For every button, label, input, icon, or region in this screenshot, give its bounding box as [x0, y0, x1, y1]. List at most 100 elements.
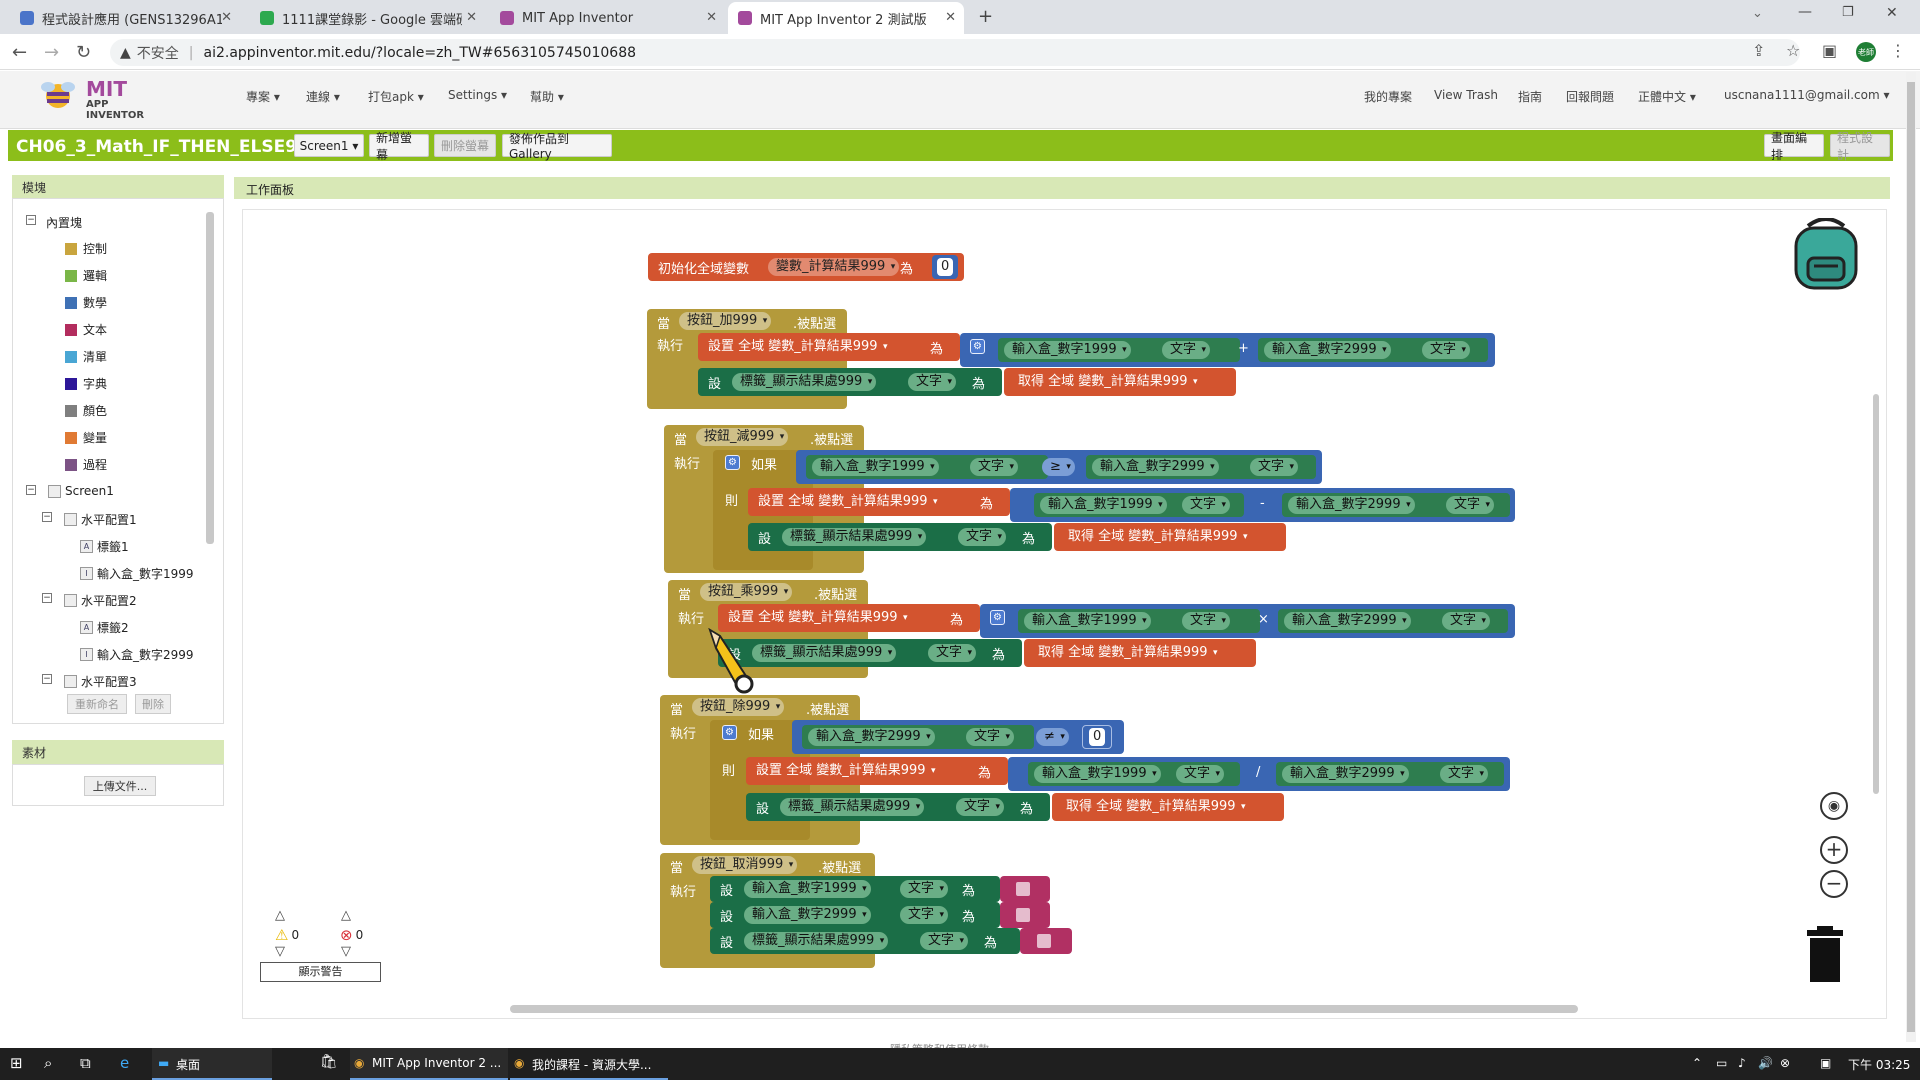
- set-global-dropdown[interactable]: 設置 全域 變數_計算結果999: [726, 609, 912, 627]
- close-icon[interactable]: ✕: [945, 10, 956, 25]
- set-global-dropdown[interactable]: 設置 全域 變數_計算結果999: [706, 338, 892, 356]
- error-up-icon[interactable]: △: [341, 908, 351, 923]
- back-icon[interactable]: ←: [12, 42, 27, 63]
- button-add-dropdown[interactable]: 按鈕_加999: [679, 312, 772, 330]
- collapse-icon[interactable]: −: [42, 512, 52, 522]
- property-dropdown[interactable]: 文字: [1422, 341, 1471, 359]
- menu-help[interactable]: 幫助 ▾: [530, 88, 564, 105]
- edge-icon[interactable]: e: [120, 1054, 129, 1072]
- compare-ge-block[interactable]: 輸入盒_數字1999 文字 ≥ 輸入盒_數字2999 文字: [796, 450, 1322, 484]
- property-dropdown[interactable]: 文字: [900, 906, 949, 924]
- url-bar[interactable]: ▲ 不安全 | ai2.appinventor.mit.edu/?locale=…: [110, 39, 1800, 66]
- category-lists[interactable]: 清單: [65, 348, 107, 365]
- browser-tab-3[interactable]: MIT App Inventor ✕: [490, 2, 725, 34]
- mutator-gear-icon[interactable]: ⚙: [990, 610, 1005, 625]
- taskbar-desktop[interactable]: ▬ 桌面: [152, 1048, 272, 1080]
- empty-text-block[interactable]: [1000, 902, 1050, 928]
- window-close-icon[interactable]: ✕: [1886, 5, 1898, 21]
- rename-button[interactable]: 重新命名: [67, 694, 127, 714]
- number-block[interactable]: 0: [1082, 725, 1112, 749]
- collapse-icon[interactable]: −: [42, 674, 52, 684]
- set-global-block[interactable]: 設置 全域 變數_計算結果999 為: [746, 757, 1008, 785]
- upload-file-button[interactable]: 上傳文件...: [84, 776, 156, 796]
- task-view-icon[interactable]: ⧉: [80, 1054, 91, 1072]
- view-trash-link[interactable]: View Trash: [1434, 88, 1498, 102]
- operator-dropdown[interactable]: ≠: [1036, 728, 1069, 746]
- textbox-text-getter[interactable]: 輸入盒_數字1999 文字: [1028, 762, 1240, 786]
- warning-down-icon[interactable]: ▽: [275, 944, 285, 959]
- get-global-dropdown[interactable]: 取得 全域 變數_計算結果999: [1010, 373, 1202, 391]
- designer-button[interactable]: 畫面編排: [1764, 131, 1824, 162]
- set-global-dropdown[interactable]: 設置 全域 變數_計算結果999: [754, 762, 940, 780]
- component-dropdown[interactable]: 輸入盒_數字1999: [1024, 612, 1151, 630]
- store-icon[interactable]: 🛍: [320, 1054, 338, 1070]
- get-global-block[interactable]: 取得 全域 變數_計算結果999: [1054, 523, 1286, 551]
- get-global-block[interactable]: 取得 全域 變數_計算結果999: [1024, 639, 1256, 667]
- close-icon[interactable]: ✕: [706, 10, 717, 25]
- get-global-dropdown[interactable]: 取得 全域 變數_計算結果999: [1058, 798, 1250, 816]
- recenter-icon[interactable]: ◉: [1820, 792, 1848, 820]
- get-global-block[interactable]: 取得 全域 變數_計算結果999: [1052, 793, 1284, 821]
- component-dropdown[interactable]: 標籤_顯示結果處999: [782, 528, 927, 546]
- bookmark-star-icon[interactable]: ☆: [1786, 41, 1800, 60]
- tree-label1[interactable]: A 標籤1: [80, 538, 129, 555]
- property-dropdown[interactable]: 文字: [1182, 612, 1231, 630]
- delete-screen-button[interactable]: 刪除螢幕: [434, 134, 496, 157]
- report-issue-link[interactable]: 回報問題: [1566, 88, 1614, 105]
- number-block[interactable]: 0: [932, 255, 958, 279]
- zoom-in-icon[interactable]: +: [1820, 836, 1848, 864]
- var-name-dropdown[interactable]: 變數_計算結果999: [768, 258, 900, 276]
- trash-icon[interactable]: [1805, 926, 1845, 982]
- mutator-gear-icon[interactable]: ⚙: [970, 339, 985, 354]
- close-icon[interactable]: ✕: [466, 10, 477, 25]
- math-sub-block[interactable]: 輸入盒_數字1999 文字 - 輸入盒_數字2999 文字: [1010, 488, 1515, 522]
- component-dropdown[interactable]: 標籤_顯示結果處999: [752, 644, 897, 662]
- my-projects-link[interactable]: 我的專案: [1364, 88, 1412, 105]
- set-label-text-block[interactable]: 設 標籤_顯示結果處999 文字 為: [748, 523, 1052, 551]
- page-scrollbar[interactable]: [1906, 72, 1916, 1042]
- compare-ne-block[interactable]: 輸入盒_數字2999 文字 ≠ 0: [792, 720, 1124, 754]
- browser-tab-4-active[interactable]: MIT App Inventor 2 測試版 ✕: [728, 2, 964, 34]
- volume-icon[interactable]: 🔊: [1758, 1056, 1773, 1070]
- tab-search-icon[interactable]: ⌄: [1752, 6, 1763, 21]
- component-dropdown[interactable]: 輸入盒_數字1999: [1040, 496, 1167, 514]
- menu-project[interactable]: 專案 ▾: [246, 88, 280, 105]
- empty-text-block[interactable]: [1020, 928, 1072, 954]
- restore-icon[interactable]: ❐: [1842, 5, 1854, 20]
- textbox-text-getter[interactable]: 輸入盒_數字1999 文字: [806, 455, 1048, 479]
- textbox-text-getter[interactable]: 輸入盒_數字2999 文字: [1282, 493, 1510, 517]
- more-menu-icon[interactable]: ⋮: [1890, 41, 1906, 60]
- category-colors[interactable]: 顏色: [65, 402, 107, 419]
- property-dropdown[interactable]: 文字: [928, 644, 977, 662]
- set-textbox1-text-block[interactable]: 設 輸入盒_數字1999 文字 為: [710, 876, 1000, 902]
- tree-builtin[interactable]: − 內置塊: [26, 214, 82, 231]
- add-screen-button[interactable]: 新增螢幕: [369, 131, 429, 162]
- account-menu[interactable]: uscnana1111@gmail.com ▾: [1724, 88, 1890, 102]
- publish-gallery-button[interactable]: 發佈作品到Gallery: [502, 132, 612, 161]
- category-dictionaries[interactable]: 字典: [65, 375, 107, 392]
- mutator-gear-icon[interactable]: ⚙: [722, 725, 737, 740]
- zoom-out-icon[interactable]: −: [1820, 870, 1848, 898]
- taskbar-app-appinventor[interactable]: ◉ MIT App Inventor 2 ...: [350, 1048, 508, 1080]
- collapse-icon[interactable]: −: [42, 593, 52, 603]
- ime-icon[interactable]: ▣: [1820, 1056, 1831, 1070]
- textbox-text-getter[interactable]: 輸入盒_數字2999 文字: [1278, 609, 1508, 633]
- collapse-icon[interactable]: −: [26, 215, 36, 225]
- tree-screen1[interactable]: − Screen1: [26, 484, 114, 498]
- operator-dropdown[interactable]: ≥: [1042, 458, 1075, 476]
- workspace-horizontal-scrollbar[interactable]: [510, 1005, 1578, 1013]
- component-dropdown[interactable]: 輸入盒_數字2999: [1092, 458, 1219, 476]
- textbox-text-getter[interactable]: 輸入盒_數字2999 文字: [1258, 338, 1488, 362]
- set-global-block[interactable]: 設置 全域 變數_計算結果999 為: [748, 488, 1010, 516]
- clock-time[interactable]: 下午 03:25: [1848, 1056, 1910, 1073]
- profile-avatar[interactable]: 老師: [1856, 42, 1876, 62]
- set-label-text-block[interactable]: 設 標籤_顯示結果處999 文字 為: [698, 368, 1002, 396]
- button-mul-dropdown[interactable]: 按鈕_乘999: [700, 583, 793, 601]
- property-dropdown[interactable]: 文字: [1162, 341, 1211, 359]
- property-dropdown[interactable]: 文字: [1250, 458, 1299, 476]
- backpack-icon[interactable]: [1790, 218, 1862, 292]
- reload-icon[interactable]: ↻: [76, 42, 91, 63]
- property-dropdown[interactable]: 文字: [958, 528, 1007, 546]
- set-global-dropdown[interactable]: 設置 全域 變數_計算結果999: [756, 493, 942, 511]
- screen-select[interactable]: Screen1 ▾: [294, 134, 364, 157]
